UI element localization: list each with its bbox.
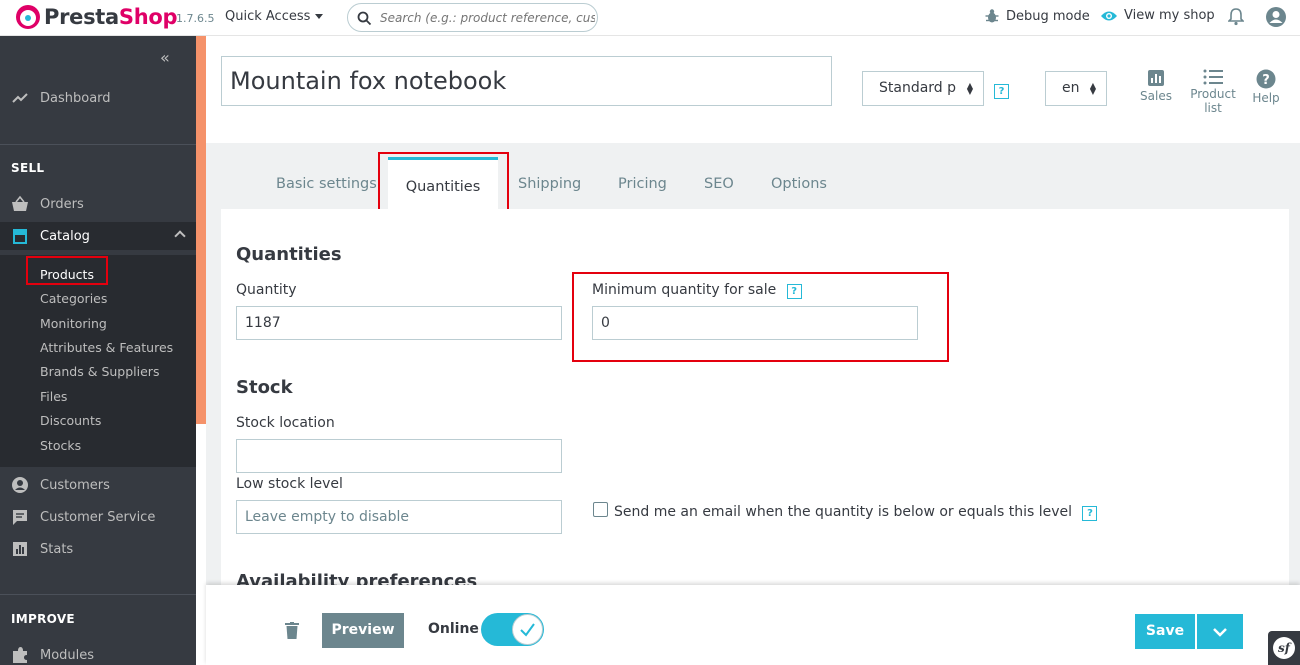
notifications-bell-icon[interactable] (1228, 7, 1244, 26)
account-circle-icon (12, 477, 28, 493)
sidebar-subitem-brands-suppliers[interactable]: Brands & Suppliers (40, 364, 159, 379)
symfony-toolbar-toggle[interactable]: sf (1268, 631, 1300, 665)
top-header: PrestaShop 1.7.6.5 Quick Access Debug mo… (0, 0, 1300, 36)
help-icon[interactable]: ? (1082, 506, 1098, 521)
sidebar-item-customer-service[interactable]: Customer Service (0, 503, 196, 531)
tab-shipping[interactable]: Shipping (518, 176, 581, 192)
sidebar-item-stats[interactable]: Stats (0, 535, 196, 563)
quantity-input[interactable]: 1187 (236, 306, 562, 340)
sidebar-item-customers[interactable]: Customers (0, 471, 196, 499)
sidebar-item-modules[interactable]: Modules (0, 641, 196, 665)
svg-text:?: ? (1262, 73, 1270, 88)
check-icon (520, 623, 535, 637)
preview-button[interactable]: Preview (322, 613, 404, 648)
chevron-down-icon (1213, 628, 1227, 637)
quantity-label: Quantity (236, 282, 297, 298)
sidebar-item-dashboard[interactable]: Dashboard (0, 84, 196, 112)
logo-text: PrestaShop (44, 5, 178, 29)
section-sell: SELL (11, 161, 45, 175)
stock-location-input[interactable] (236, 439, 562, 473)
stock-location-label: Stock location (236, 415, 335, 431)
divider (0, 144, 196, 145)
save-button[interactable]: Save (1135, 614, 1195, 649)
shopping-basket-icon (12, 195, 28, 211)
puzzle-piece-icon (13, 647, 27, 663)
store-icon (13, 229, 27, 244)
version-label: 1.7.6.5 (176, 12, 215, 25)
debug-mode-link[interactable]: Debug mode (984, 8, 1090, 24)
low-stock-label: Low stock level (236, 476, 343, 492)
eye-icon (1101, 11, 1117, 20)
product-name-input[interactable]: Mountain fox notebook (221, 56, 832, 106)
sidebar-item-catalog[interactable]: Catalog (0, 222, 196, 250)
prestashop-logo[interactable]: PrestaShop (16, 5, 178, 29)
list-icon (1203, 69, 1223, 85)
quantities-panel: Quantities Quantity 1187 Minimum quantit… (221, 209, 1289, 585)
select-arrows-icon: ▲ ▼ (1089, 81, 1096, 96)
help-icon[interactable]: ? (994, 84, 1009, 99)
bar-chart-icon (13, 542, 27, 556)
low-stock-email-label: Send me an email when the quantity is be… (614, 504, 1098, 521)
quantities-heading: Quantities (236, 244, 342, 265)
section-improve: IMPROVE (11, 612, 75, 626)
availability-heading: Availability preferences (236, 571, 478, 585)
search-input[interactable] (380, 8, 595, 28)
view-my-shop-link[interactable]: View my shop (1100, 8, 1215, 23)
tab-pricing[interactable]: Pricing (618, 176, 667, 192)
trash-icon[interactable] (285, 622, 299, 639)
user-account-icon[interactable] (1265, 6, 1287, 28)
catalog-submenu: Products Categories Monitoring Attribute… (0, 255, 196, 467)
sales-link[interactable]: Sales (1140, 69, 1172, 103)
select-arrows-icon: ▲ ▼ (966, 81, 973, 96)
sidebar-subitem-files[interactable]: Files (40, 389, 67, 404)
sidebar-subitem-categories[interactable]: Categories (40, 291, 107, 306)
low-stock-input[interactable]: Leave empty to disable (236, 500, 562, 534)
online-label: Online (428, 621, 479, 637)
product-type-select[interactable]: Standard p ▲ ▼ (862, 71, 984, 106)
chevron-up-icon (174, 230, 186, 242)
product-list-link[interactable]: Product list (1180, 69, 1246, 115)
save-options-dropdown[interactable] (1197, 614, 1243, 649)
online-toggle[interactable] (481, 613, 544, 646)
side-strip-footer (196, 424, 206, 665)
sidebar-subitem-attributes-features[interactable]: Attributes & Features (40, 340, 173, 355)
bar-chart-icon (1148, 70, 1164, 86)
symfony-icon: sf (1273, 637, 1295, 659)
sidebar-subitem-stocks[interactable]: Stocks (40, 438, 81, 453)
tab-seo[interactable]: SEO (704, 176, 734, 192)
highlight-min-qty (572, 272, 949, 362)
prestashop-logo-icon (16, 5, 40, 29)
product-header: Mountain fox notebook Standard p ▲ ▼ ? en… (206, 36, 1300, 143)
help-circle-icon: ? (1256, 69, 1276, 89)
sidebar-subitem-monitoring[interactable]: Monitoring (40, 316, 107, 331)
trending-up-icon (12, 93, 28, 103)
highlight-products (26, 256, 108, 285)
side-accent-strip (196, 36, 206, 424)
tab-options[interactable]: Options (771, 176, 827, 192)
sidebar-item-orders[interactable]: Orders (0, 190, 196, 218)
divider (0, 594, 196, 595)
chat-icon (13, 510, 27, 525)
low-stock-email-checkbox[interactable] (593, 502, 608, 517)
toggle-knob (512, 614, 543, 645)
sidebar-subitem-discounts[interactable]: Discounts (40, 413, 101, 428)
help-link[interactable]: ? Help (1250, 69, 1282, 105)
bug-icon (985, 9, 999, 23)
search-box[interactable] (347, 3, 598, 32)
tab-basic-settings[interactable]: Basic settings (276, 176, 377, 192)
caret-down-icon (315, 14, 324, 19)
search-icon (357, 11, 372, 26)
stock-heading: Stock (236, 377, 293, 398)
quick-access-dropdown[interactable]: Quick Access (225, 9, 324, 24)
sidebar: « Dashboard SELL Orders Catalog Products… (0, 36, 196, 665)
language-select[interactable]: en ▲ ▼ (1045, 71, 1107, 106)
product-footer: Preview Online Save (206, 585, 1300, 665)
collapse-sidebar-icon[interactable]: « (160, 48, 170, 67)
